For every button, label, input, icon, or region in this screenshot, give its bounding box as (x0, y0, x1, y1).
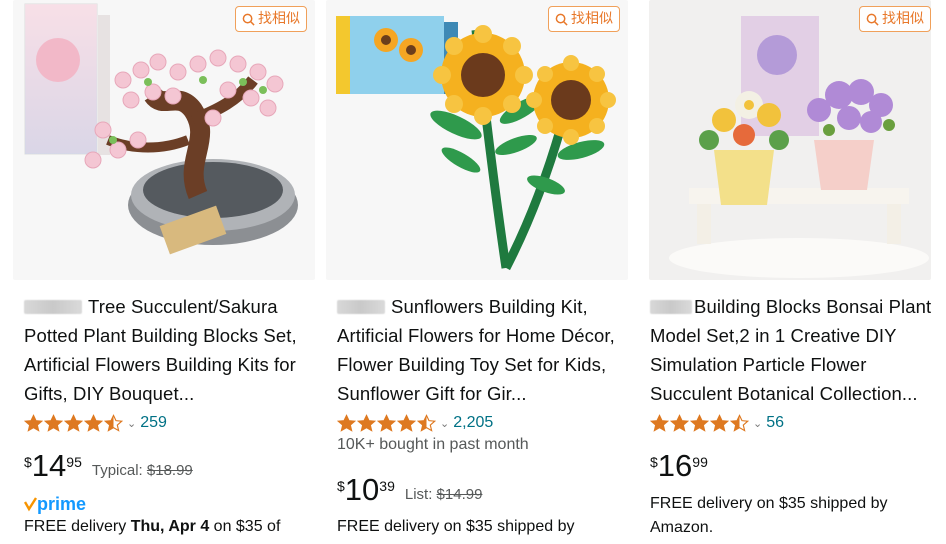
typical-price-label: Typical: (91, 462, 143, 479)
find-similar-label: 找相似 (882, 11, 924, 27)
typical-price: Typical: $18.99 (92, 462, 193, 479)
sunflowers-image (336, 16, 616, 271)
find-similar-label: 找相似 (571, 11, 613, 27)
chevron-down-icon[interactable]: ⌄ (440, 417, 449, 430)
brand-redacted (337, 300, 385, 314)
star-full-icon (44, 413, 63, 432)
product-card[interactable]: 找相似 Sunflowers Building Kit, Artificial … (326, 0, 628, 544)
prime-logo-icon: prime (23, 494, 86, 514)
list-price-label: List: (404, 486, 433, 503)
star-full-icon (670, 413, 689, 432)
price-whole: 14 (31, 448, 67, 483)
find-similar-label: 找相似 (258, 11, 300, 27)
svg-text:prime: prime (37, 494, 86, 514)
search-icon (242, 13, 255, 26)
star-full-icon (357, 413, 376, 432)
list-price: List: $14.99 (405, 486, 483, 503)
price[interactable]: $ 14 95 Typical: $18.99 (24, 450, 193, 482)
product-title-text: Building Blocks Bonsai Plant Model Set,2… (650, 296, 932, 404)
price-fraction: 99 (692, 454, 708, 470)
star-full-icon (337, 413, 356, 432)
find-similar-button[interactable]: 找相似 (235, 6, 307, 32)
chevron-down-icon[interactable]: ⌄ (127, 417, 136, 430)
delivery-suffix: on $35 of (209, 518, 281, 535)
delivery-info: FREE delivery on $35 shipped by Amazon. (650, 495, 888, 536)
star-full-icon (710, 413, 729, 432)
price-fraction: 95 (66, 454, 82, 470)
product-title-link[interactable]: Building Blocks Bonsai Plant Model Set,2… (650, 292, 932, 408)
product-image-sunflowers[interactable]: 找相似 (326, 0, 628, 280)
rating-row[interactable]: ⌄ 56 (650, 412, 784, 434)
bonsai-set-image (669, 16, 929, 278)
product-title-link[interactable]: Sunflowers Building Kit, Artificial Flow… (337, 292, 619, 408)
bought-in-past-month: 10K+ bought in past month (337, 436, 529, 453)
search-icon (866, 13, 879, 26)
price-fraction: 39 (379, 478, 395, 494)
star-full-icon (64, 413, 83, 432)
prime-badge: prime (23, 493, 94, 517)
price-whole: 10 (344, 472, 380, 507)
search-icon (555, 13, 568, 26)
chevron-down-icon[interactable]: ⌄ (753, 417, 762, 430)
star-half-icon (104, 413, 123, 432)
brand-redacted (650, 300, 692, 314)
price[interactable]: $ 16 99 (650, 450, 708, 482)
rating-row[interactable]: ⌄ 2,205 (337, 412, 493, 434)
typical-price-value: $18.99 (146, 462, 193, 479)
find-similar-button[interactable]: 找相似 (859, 6, 931, 32)
star-full-icon (690, 413, 709, 432)
review-count-link[interactable]: 56 (766, 414, 784, 432)
sakura-bonsai-image (24, 3, 298, 255)
price-symbol: $ (24, 454, 32, 470)
price-symbol: $ (337, 478, 345, 494)
star-rating[interactable] (337, 413, 436, 433)
product-card[interactable]: 找相似 Building Blocks Bonsai Plant Model S… (639, 0, 941, 544)
star-half-icon (417, 413, 436, 432)
delivery-info: FREE delivery Thu, Apr 4 on $35 of (24, 515, 306, 539)
delivery-prefix: FREE delivery (24, 518, 131, 535)
star-full-icon (397, 413, 416, 432)
product-image-sakura[interactable]: 找相似 (13, 0, 315, 280)
star-full-icon (84, 413, 103, 432)
product-card[interactable]: 找相似 Tree Succulent/Sakura Potted Plant B… (13, 0, 315, 544)
review-count-link[interactable]: 2,205 (453, 414, 493, 432)
price[interactable]: $ 10 39 List: $14.99 (337, 474, 482, 506)
price-whole: 16 (657, 448, 693, 483)
review-count-link[interactable]: 259 (140, 414, 167, 432)
find-similar-button[interactable]: 找相似 (548, 6, 620, 32)
star-full-icon (24, 413, 43, 432)
price-symbol: $ (650, 454, 658, 470)
star-rating[interactable] (650, 413, 749, 433)
product-image-bonsai[interactable]: 找相似 (649, 0, 931, 280)
delivery-date: Thu, Apr 4 (130, 518, 210, 535)
star-rating[interactable] (24, 413, 123, 433)
star-half-icon (730, 413, 749, 432)
star-full-icon (650, 413, 669, 432)
list-price-value: $14.99 (436, 486, 483, 503)
star-full-icon (377, 413, 396, 432)
product-title-link[interactable]: Tree Succulent/Sakura Potted Plant Build… (24, 292, 306, 408)
rating-row[interactable]: ⌄ 259 (24, 412, 167, 434)
delivery-info: FREE delivery on $35 shipped by (337, 518, 575, 535)
brand-redacted (24, 300, 82, 314)
